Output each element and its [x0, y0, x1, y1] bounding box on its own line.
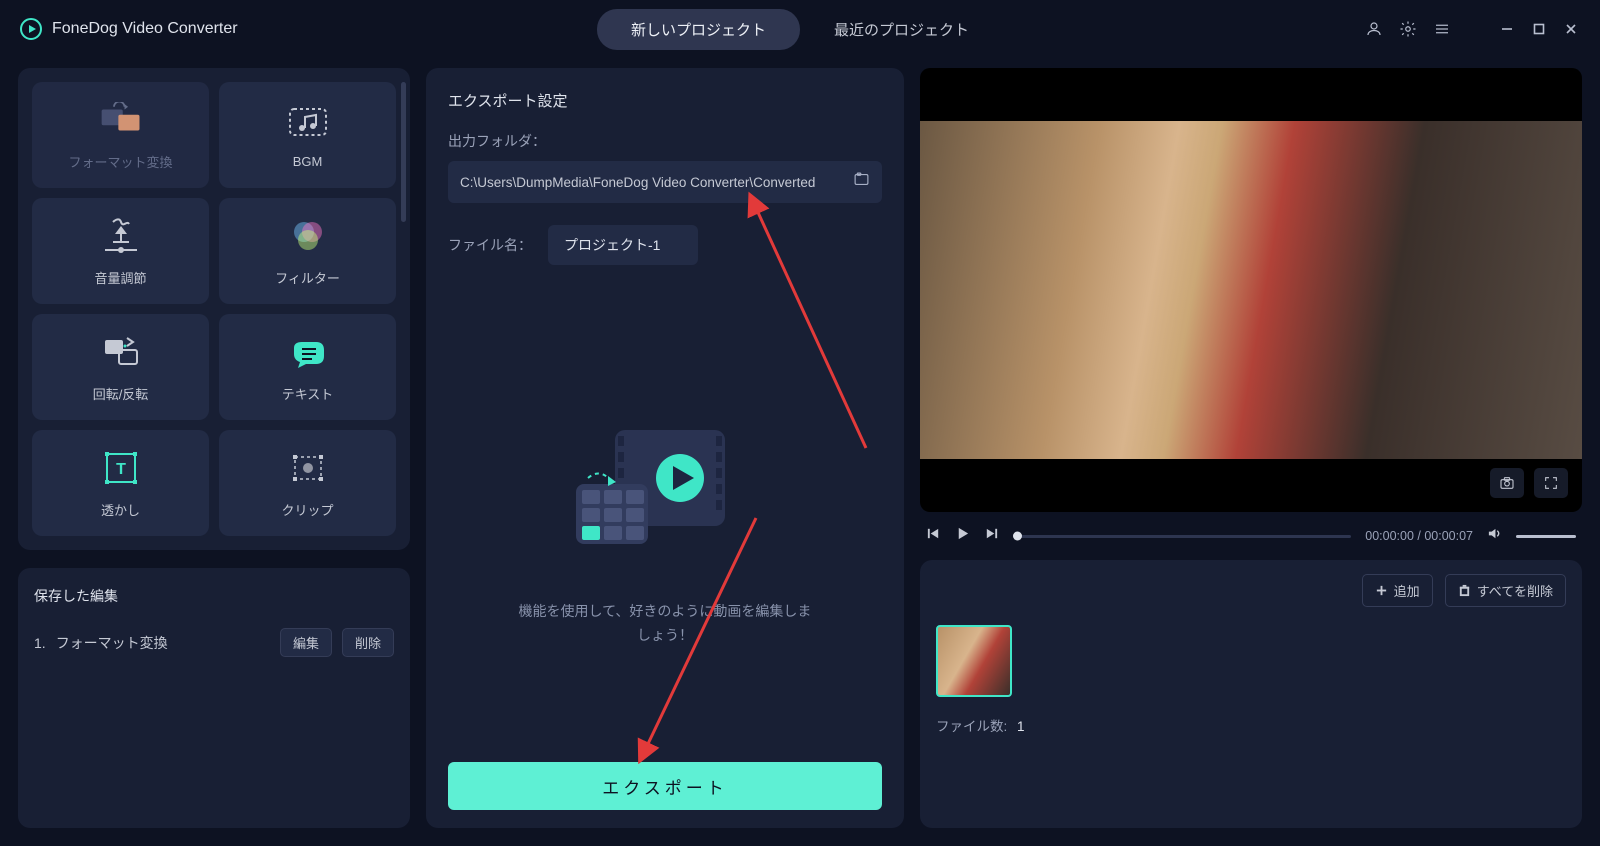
timecode: 00:00:00 / 00:00:07 — [1365, 529, 1473, 543]
next-frame-button[interactable] — [984, 526, 999, 546]
filter-icon — [286, 216, 330, 256]
tool-label: クリップ — [281, 500, 333, 519]
export-hint-text: 機能を使用して、好きのように動画を編集しま しょう！ — [519, 600, 812, 648]
video-preview — [920, 68, 1582, 512]
export-settings-title: エクスポート設定 — [448, 90, 882, 111]
delete-all-label: すべてを削除 — [1477, 581, 1553, 600]
saved-edits-panel: 保存した編集 1. フォーマット変換 編集 削除 — [18, 568, 410, 828]
tool-label: 透かし — [101, 500, 140, 519]
prev-frame-button[interactable] — [926, 526, 941, 546]
tool-bgm[interactable]: BGM — [219, 82, 396, 188]
saved-edit-index: 1. — [34, 635, 46, 651]
tool-label: フォーマット変換 — [68, 152, 172, 171]
tool-text[interactable]: テキスト — [219, 314, 396, 420]
add-file-label: 追加 — [1394, 581, 1420, 600]
window-minimize-button[interactable] — [1498, 20, 1516, 38]
export-button[interactable]: エクスポート — [448, 762, 882, 810]
output-folder-path: C:\Users\DumpMedia\FoneDog Video Convert… — [460, 175, 843, 190]
tool-volume[interactable]: 音量調節 — [32, 198, 209, 304]
menu-icon[interactable] — [1432, 19, 1452, 39]
file-list-panel: 追加 すべてを削除 ファイル数: 1 — [920, 560, 1582, 828]
tab-new-project[interactable]: 新しいプロジェクト — [597, 9, 800, 50]
tool-label: 回転/反転 — [93, 384, 149, 403]
file-count: ファイル数: 1 — [936, 715, 1566, 735]
tool-clip[interactable]: クリップ — [219, 430, 396, 536]
saved-edit-delete-button[interactable]: 削除 — [342, 628, 394, 657]
tool-rotate-flip[interactable]: 回転/反転 — [32, 314, 209, 420]
file-count-label: ファイル数: — [936, 719, 1007, 734]
watermark-icon: T — [99, 448, 143, 488]
snapshot-button[interactable] — [1490, 468, 1524, 498]
svg-text:T: T — [116, 461, 126, 478]
delete-all-button[interactable]: すべてを削除 — [1445, 574, 1566, 607]
title-bar: FoneDog Video Converter 新しいプロジェクト 最近のプロジ… — [0, 0, 1600, 58]
play-button[interactable] — [955, 526, 970, 546]
file-count-value: 1 — [1017, 719, 1025, 734]
rotate-flip-icon — [99, 332, 143, 372]
output-folder-label: 出力フォルダ： — [448, 131, 882, 151]
tool-label: 音量調節 — [94, 268, 146, 287]
window-close-button[interactable] — [1562, 20, 1580, 38]
format-convert-icon — [99, 100, 143, 140]
tool-grid-scrollbar[interactable] — [401, 82, 406, 222]
volume-adjust-icon — [99, 216, 143, 256]
output-folder-field[interactable]: C:\Users\DumpMedia\FoneDog Video Convert… — [448, 161, 882, 203]
file-thumbnail[interactable] — [936, 625, 1012, 697]
fullscreen-button[interactable] — [1534, 468, 1568, 498]
tool-label: テキスト — [282, 384, 334, 403]
tool-filter[interactable]: フィルター — [219, 198, 396, 304]
bgm-icon — [286, 102, 330, 142]
tool-grid-panel: フォーマット変換 BGM — [18, 68, 410, 550]
volume-icon[interactable] — [1487, 526, 1502, 546]
saved-edits-title: 保存した編集 — [34, 586, 394, 606]
app-title: FoneDog Video Converter — [52, 20, 238, 38]
saved-edit-name: フォーマット変換 — [56, 633, 270, 653]
player-controls: 00:00:00 / 00:00:07 — [920, 526, 1582, 546]
video-preview-frame — [920, 121, 1582, 458]
window-maximize-button[interactable] — [1530, 20, 1548, 38]
settings-gear-icon[interactable] — [1398, 19, 1418, 39]
editor-illustration-icon — [560, 420, 770, 570]
tool-label: フィルター — [275, 268, 340, 287]
text-icon — [286, 332, 330, 372]
tab-recent-projects[interactable]: 最近のプロジェクト — [800, 9, 1003, 50]
volume-slider[interactable] — [1516, 535, 1576, 538]
seek-bar[interactable] — [1013, 535, 1351, 538]
tool-label: BGM — [293, 154, 323, 169]
export-settings-panel: エクスポート設定 出力フォルダ： C:\Users\DumpMedia\Fone… — [426, 68, 904, 828]
account-icon[interactable] — [1364, 19, 1384, 39]
tool-format-convert[interactable]: フォーマット変換 — [32, 82, 209, 188]
file-name-label: ファイル名： — [448, 235, 532, 255]
clip-icon — [286, 448, 330, 488]
add-file-button[interactable]: 追加 — [1362, 574, 1433, 607]
browse-folder-icon[interactable] — [853, 171, 870, 193]
tool-watermark[interactable]: T 透かし — [32, 430, 209, 536]
app-logo-icon — [20, 18, 42, 40]
saved-edit-row: 1. フォーマット変換 編集 削除 — [34, 628, 394, 657]
file-name-input[interactable]: プロジェクト-1 — [548, 225, 698, 265]
saved-edit-edit-button[interactable]: 編集 — [280, 628, 332, 657]
